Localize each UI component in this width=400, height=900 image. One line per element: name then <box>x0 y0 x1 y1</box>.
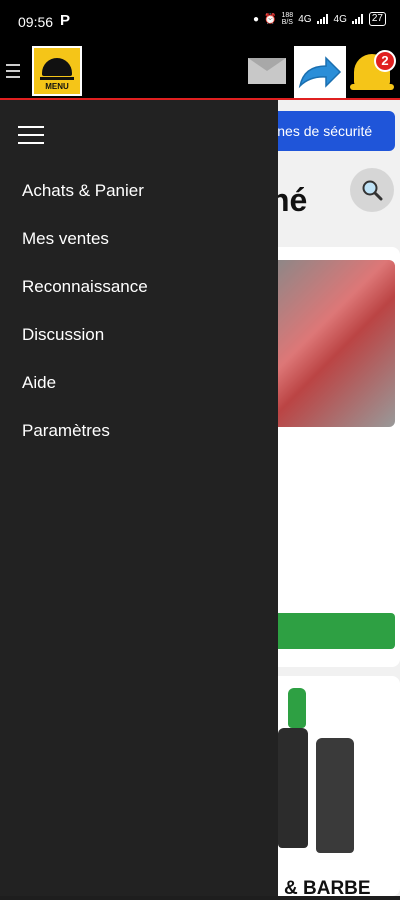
status-app-icon: P <box>60 12 71 29</box>
status-time: 09:56 <box>18 14 54 30</box>
drawer-item-discussion[interactable]: Discussion <box>22 325 104 345</box>
share-button[interactable] <box>294 46 346 98</box>
alarm-icon: ⏰ <box>264 13 277 25</box>
menu-logo-label: MENU <box>45 82 69 91</box>
signal-icon <box>316 14 329 24</box>
status-bar: 09:56 P ● ⏰ 188 B/S 4G 4G 27 <box>0 0 400 44</box>
notification-badge: 2 <box>374 50 396 72</box>
navigation-drawer <box>0 100 278 896</box>
drawer-item-achats-panier[interactable]: Achats & Panier <box>22 181 144 201</box>
data-saver-icon: ● <box>253 13 260 25</box>
menu-logo-button[interactable]: MENU <box>32 46 82 96</box>
network-type-2: 4G <box>333 13 347 25</box>
drawer-item-reconnaissance[interactable]: Reconnaissance <box>22 277 148 297</box>
notifications-button[interactable]: 2 <box>348 46 400 98</box>
search-icon <box>362 180 383 201</box>
product-image[interactable] <box>270 260 395 427</box>
signal-icon-2 <box>351 14 364 24</box>
search-button[interactable] <box>350 168 394 212</box>
battery-icon: 27 <box>368 12 386 26</box>
drawer-hamburger-icon[interactable] <box>18 120 44 146</box>
network-type-1: 4G <box>298 13 312 25</box>
envelope-icon[interactable] <box>248 58 286 84</box>
hamburger-icon[interactable] <box>6 60 20 78</box>
drawer-item-mes-ventes[interactable]: Mes ventes <box>22 229 109 249</box>
share-arrow-icon <box>298 56 342 89</box>
product-image-2[interactable] <box>270 688 378 858</box>
data-rate: 188 B/S <box>281 12 294 26</box>
product-action-button[interactable] <box>270 613 395 649</box>
drawer-item-aide[interactable]: Aide <box>22 373 56 393</box>
product-title-2: & BARBE <box>284 878 371 899</box>
menu-cloche-icon <box>42 58 72 76</box>
drawer-item-parametres[interactable]: Paramètres <box>22 421 110 441</box>
